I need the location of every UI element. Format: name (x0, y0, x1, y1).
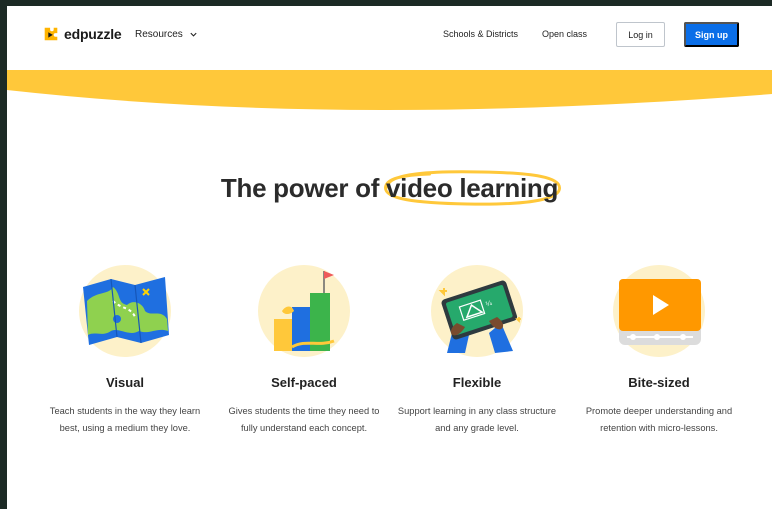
feature-description: Promote deeper understanding and retenti… (585, 406, 733, 433)
map-icon (79, 265, 171, 357)
feature-self-paced: Self-paced Gives students the time they … (219, 261, 389, 437)
page-heading: The power of video learning (7, 170, 772, 206)
steps-flag-icon (258, 265, 350, 357)
logo-text: edpuzzle (64, 26, 122, 42)
video-player-icon (613, 265, 705, 357)
feature-title: Bite-sized (628, 375, 690, 390)
resources-label: Resources (135, 29, 183, 40)
logo[interactable]: edpuzzle (42, 25, 122, 43)
feature-visual: Visual Teach students in the way they le… (40, 261, 210, 437)
page: edpuzzle Resources Schools & Districts O… (7, 6, 772, 509)
feature-title: Self-paced (271, 375, 337, 390)
feature-description: Teach students in the way they learn bes… (49, 406, 201, 433)
open-class-link[interactable]: Open class (542, 29, 587, 39)
chevron-down-icon (190, 32, 197, 37)
tablet-hands-icon: ¼ (431, 265, 523, 357)
yellow-wave-band (7, 70, 772, 110)
login-button[interactable]: Log in (616, 22, 665, 47)
feature-bite-sized: Bite-sized Promote deeper understanding … (574, 261, 744, 437)
resources-menu[interactable]: Resources (135, 29, 198, 40)
heading-prefix: The power of (220, 173, 387, 203)
feature-title: Flexible (452, 375, 502, 390)
top-nav: edpuzzle Resources Schools & Districts O… (7, 6, 772, 64)
feature-description: Gives students the time they need to ful… (228, 406, 380, 433)
feature-description: Support learning in any class structure … (397, 406, 557, 433)
schools-districts-link[interactable]: Schools & Districts (443, 29, 518, 39)
feature-flexible: ¼ Flexible Support learning in any class… (392, 261, 562, 437)
heading-highlight: video learning (386, 173, 559, 203)
heading-highlight-wrap: video learning (384, 170, 561, 206)
puzzle-logo-icon (44, 27, 58, 41)
feature-title: Visual (105, 375, 145, 390)
signup-button[interactable]: Sign up (684, 22, 739, 47)
